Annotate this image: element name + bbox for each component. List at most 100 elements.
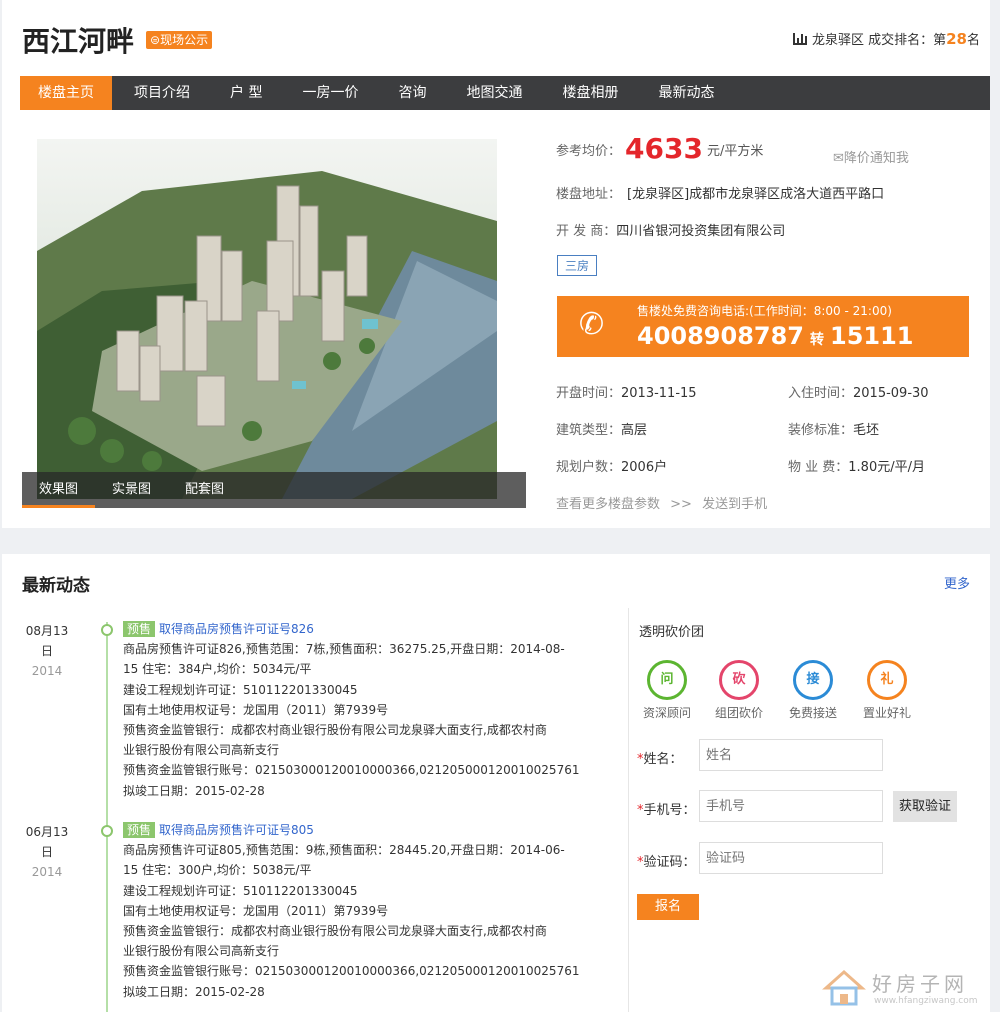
- price-unit: 元/平方米: [706, 144, 764, 159]
- main-nav: 楼盘主页 项目介绍 户 型 一房一价 咨询 地图交通 楼盘相册 最新动态: [20, 76, 990, 110]
- news-line: 业银行股份有限公司高新支行: [123, 944, 280, 959]
- bargain-icon[interactable]: 砍: [719, 660, 759, 700]
- open-date-label: 开盘时间：: [556, 386, 622, 401]
- hotline-note: 售楼处免费咨询电话:(工作时间：8:00 - 21:00): [637, 304, 892, 318]
- news-date-day: 日: [40, 644, 53, 658]
- phone-label-text: 手机号：: [643, 803, 696, 818]
- news-line: 预售资金监管银行：成都农村商业银行股份有限公司龙泉驿大面支行,成都农村商: [123, 924, 547, 939]
- price-label: 参考均价：: [556, 144, 622, 159]
- timeline-dot: [101, 624, 113, 636]
- price-value: 4633: [625, 132, 703, 165]
- address-row: 楼盘地址： [龙泉驿区]成都市龙泉驿区成洛大道西平路口: [556, 183, 884, 202]
- nav-item-consult[interactable]: 咨询: [380, 76, 444, 110]
- name-input[interactable]: [699, 739, 883, 771]
- news-line: 预售资金监管银行账号：021503000120010000366,0212050…: [123, 763, 580, 778]
- gift-label: 置业好礼: [862, 706, 911, 720]
- news-line: 拟竣工日期：2015-02-28: [123, 783, 265, 798]
- hotline-banner: ✆ 售楼处免费咨询电话:(工作时间：8:00 - 21:00) 40089087…: [557, 296, 969, 357]
- news-line: 15 住宅：300户,均价：5038元/平: [123, 863, 312, 878]
- notify-label: 降价通知我: [843, 151, 909, 166]
- news-line: 商品房预售许可证826,预售范围：7栋,预售面积：36275.25,开盘日期：2…: [123, 642, 565, 657]
- rank-number: 28: [946, 30, 967, 48]
- more-params-link[interactable]: 查看更多楼盘参数: [556, 497, 660, 512]
- name-field-label: *姓名：: [637, 748, 683, 767]
- timeline-line: [106, 622, 108, 1012]
- rank-suffix: 名: [966, 33, 980, 48]
- news-headline-link[interactable]: 取得商品房预售许可证号805: [159, 823, 314, 837]
- move-in-label: 入住时间：: [788, 386, 854, 401]
- watermark-text: 好房子网: [872, 972, 968, 996]
- units-value: 2006户: [621, 460, 668, 475]
- decoration-value: 毛坯: [853, 423, 880, 438]
- nav-item-floorplan[interactable]: 户 型: [212, 76, 280, 110]
- rank-label: 龙泉驿区 成交排名：第: [811, 33, 947, 48]
- name-label-text: 姓名：: [643, 752, 683, 767]
- nav-item-news[interactable]: 最新动态: [640, 76, 732, 110]
- phone-input[interactable]: [699, 790, 883, 822]
- news-date-md: 06月13: [25, 825, 69, 839]
- onsite-notice-badge[interactable]: ⊜现场公示: [146, 31, 213, 49]
- tab-real-photos[interactable]: 实景图: [95, 472, 168, 508]
- nav-item-home[interactable]: 楼盘主页: [20, 76, 112, 110]
- building-type-row: 建筑类型：高层: [556, 419, 647, 438]
- tab-facilities[interactable]: 配套图: [168, 472, 241, 508]
- news-headline-link[interactable]: 取得商品房预售许可证号826: [159, 622, 314, 636]
- news-date-md: 08月13: [25, 624, 69, 638]
- send-to-phone-link[interactable]: 发送到手机: [702, 497, 767, 512]
- layout-tag[interactable]: 三房: [557, 255, 598, 276]
- average-price: 参考均价： 4633 元/平方米: [556, 132, 763, 165]
- units-row: 规划户数：2006户: [556, 456, 667, 475]
- property-fee-row: 物 业 费：1.80元/平/月: [788, 456, 925, 475]
- advisor-label: 资深顾问: [642, 706, 691, 720]
- page-title: 西江河畔: [22, 25, 135, 58]
- group-bargain-label: 组团砍价: [714, 706, 763, 720]
- get-code-button[interactable]: 获取验证: [893, 791, 957, 822]
- signup-button[interactable]: 报名: [637, 894, 699, 920]
- gift-icon[interactable]: 礼: [867, 660, 907, 700]
- nav-item-intro[interactable]: 项目介绍: [116, 76, 208, 110]
- image-category-tabs: 效果图 实景图 配套图: [22, 472, 526, 508]
- open-date-value: 2013-11-15: [621, 386, 697, 401]
- developer-label: 开 发 商：: [556, 224, 617, 239]
- nav-item-price-list[interactable]: 一房一价: [284, 76, 376, 110]
- code-label-text: 验证码：: [643, 855, 696, 870]
- news-line: 商品房预售许可证805,预售范围：9栋,预售面积：28445.20,开盘日期：2…: [123, 843, 565, 858]
- site-watermark: 好房子网 www.hfangziwang.com: [820, 962, 980, 1012]
- developer-value: 四川省银河投资集团有限公司: [616, 224, 786, 239]
- units-label: 规划户数：: [556, 460, 622, 475]
- property-rendering-image[interactable]: 效果图 实景图 配套图: [22, 131, 526, 508]
- phone-field-label: *手机号：: [637, 799, 696, 818]
- decoration-label: 装修标准：: [788, 423, 854, 438]
- building-type-value: 高层: [621, 423, 648, 438]
- more-links: 查看更多楼盘参数 >> 发送到手机: [556, 493, 767, 512]
- news-headline: 预售 取得商品房预售许可证号826: [123, 619, 603, 639]
- developer-row: 开 发 商：四川省银河投资集团有限公司: [556, 220, 785, 239]
- news-line: 国有土地使用权证号：龙国用（2011）第7939号: [123, 903, 389, 918]
- property-fee-label: 物 业 费：: [788, 460, 849, 475]
- news-line: 预售资金监管银行：成都农村商业银行股份有限公司龙泉驿大面支行,成都农村商: [123, 723, 547, 738]
- nav-item-album[interactable]: 楼盘相册: [544, 76, 636, 110]
- question-icon[interactable]: 问: [647, 660, 687, 700]
- hotline-ext-label: 转: [810, 332, 824, 348]
- nav-item-map[interactable]: 地图交通: [448, 76, 540, 110]
- watermark-url: www.hfangziwang.com: [874, 996, 978, 1006]
- price-drop-notify-link[interactable]: ✉降价通知我: [833, 147, 909, 166]
- move-in-row: 入住时间：2015-09-30: [788, 382, 929, 401]
- news-headline: 预售 取得商品房预售许可证号805: [123, 820, 603, 840]
- move-in-value: 2015-09-30: [853, 386, 929, 401]
- news-line: 拟竣工日期：2015-02-28: [123, 984, 265, 999]
- hotline-number: 4008908787: [637, 322, 804, 350]
- news-date-year: 2014: [31, 865, 63, 879]
- timeline-dot: [101, 825, 113, 837]
- bargain-panel-title: 透明砍价团: [639, 625, 705, 640]
- news-date: 06月13 日 2014: [20, 822, 74, 882]
- badge-label: 现场公示: [160, 33, 209, 47]
- free-pickup-label: 免费接送: [788, 706, 837, 720]
- car-icon[interactable]: 接: [793, 660, 833, 700]
- building-type-label: 建筑类型：: [556, 423, 622, 438]
- sales-rank: 龙泉驿区 成交排名：第28名: [792, 29, 980, 48]
- tab-rendering[interactable]: 效果图: [22, 472, 96, 508]
- news-more-link[interactable]: 更多: [944, 573, 970, 592]
- code-input[interactable]: [699, 842, 883, 874]
- link-separator: >>: [670, 497, 692, 512]
